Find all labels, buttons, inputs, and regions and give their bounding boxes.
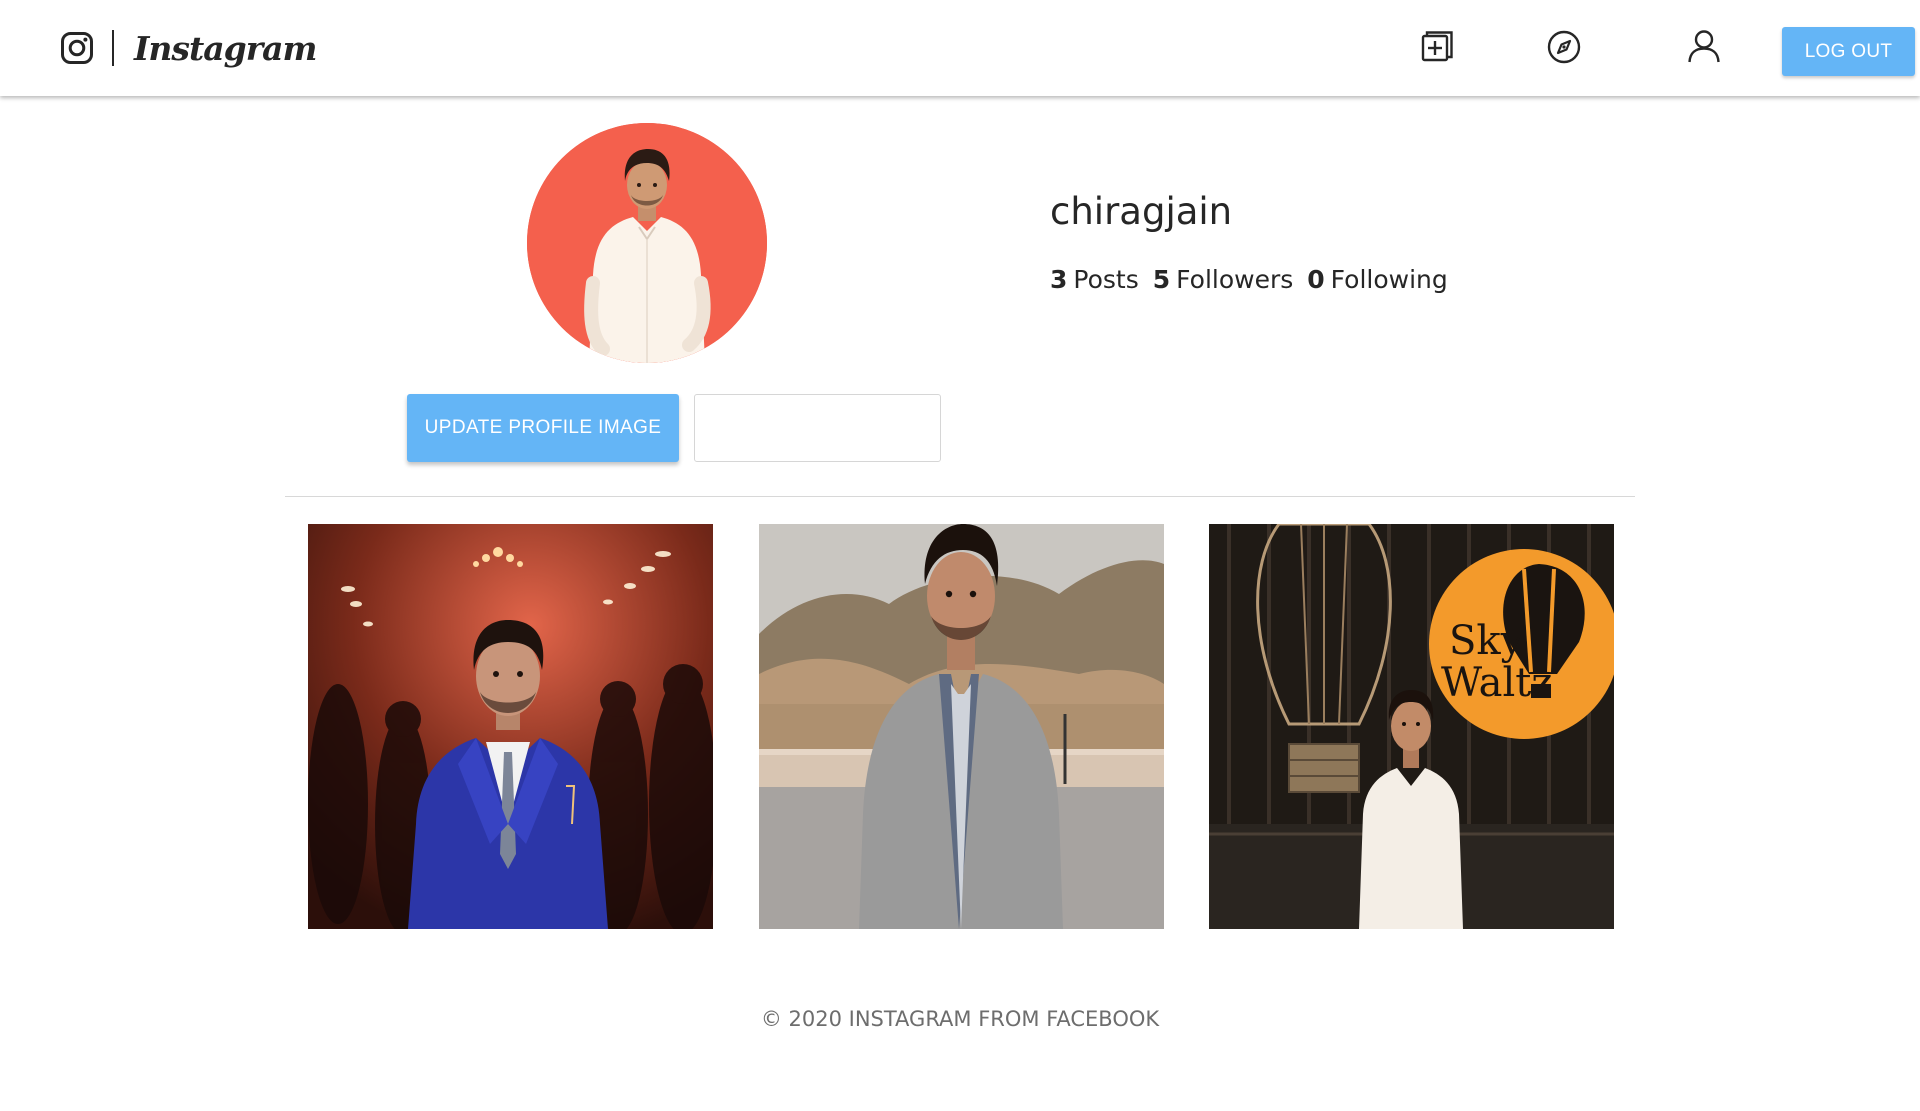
following-count: 0 <box>1307 265 1325 294</box>
post-thumbnail-3[interactable]: Sky Waltz <box>1209 524 1614 929</box>
explore-compass-icon[interactable] <box>1545 28 1583 66</box>
post-photo-wedding <box>308 524 713 929</box>
followers-label: Followers <box>1176 265 1294 294</box>
posts-count: 3 <box>1050 265 1068 294</box>
instagram-glyph-icon <box>61 32 93 64</box>
posts-label: Posts <box>1073 265 1139 294</box>
posts-stat: 3 Posts <box>1050 265 1139 294</box>
followers-stat: 5 Followers <box>1153 265 1294 294</box>
update-profile-image-button[interactable]: UPDATE PROFILE IMAGE <box>407 394 679 462</box>
post-photo-sky-waltz: Sky Waltz <box>1209 524 1614 929</box>
profile-username: chiragjain <box>1050 190 1233 233</box>
profile-divider <box>285 496 1635 497</box>
sky-waltz-sign-line2: Waltz <box>1441 660 1552 706</box>
brand-logo[interactable]: Instagram <box>60 28 317 68</box>
following-label: Following <box>1330 265 1448 294</box>
profile-avatar[interactable] <box>527 123 767 363</box>
post-photo-hillside <box>759 524 1164 929</box>
logout-button[interactable]: LOG OUT <box>1782 27 1915 76</box>
post-thumbnail-1[interactable] <box>308 524 713 929</box>
create-post-icon[interactable] <box>1418 28 1456 66</box>
brand-wordmark: Instagram <box>134 28 317 68</box>
profile-photo <box>527 123 767 363</box>
footer-copyright: © 2020 INSTAGRAM FROM FACEBOOK <box>760 1007 1160 1031</box>
brand-divider <box>112 30 114 66</box>
sky-waltz-sign-line1: Sky <box>1449 618 1524 664</box>
profile-image-path-input[interactable] <box>694 394 941 462</box>
post-thumbnail-2[interactable] <box>759 524 1164 929</box>
profile-user-icon[interactable] <box>1685 28 1723 66</box>
profile-stats: 3 Posts 5 Followers 0 Following <box>1050 265 1462 294</box>
top-navbar: Instagram LOG OUT <box>0 0 1920 96</box>
followers-count: 5 <box>1152 265 1171 294</box>
following-stat: 0 Following <box>1307 265 1447 294</box>
